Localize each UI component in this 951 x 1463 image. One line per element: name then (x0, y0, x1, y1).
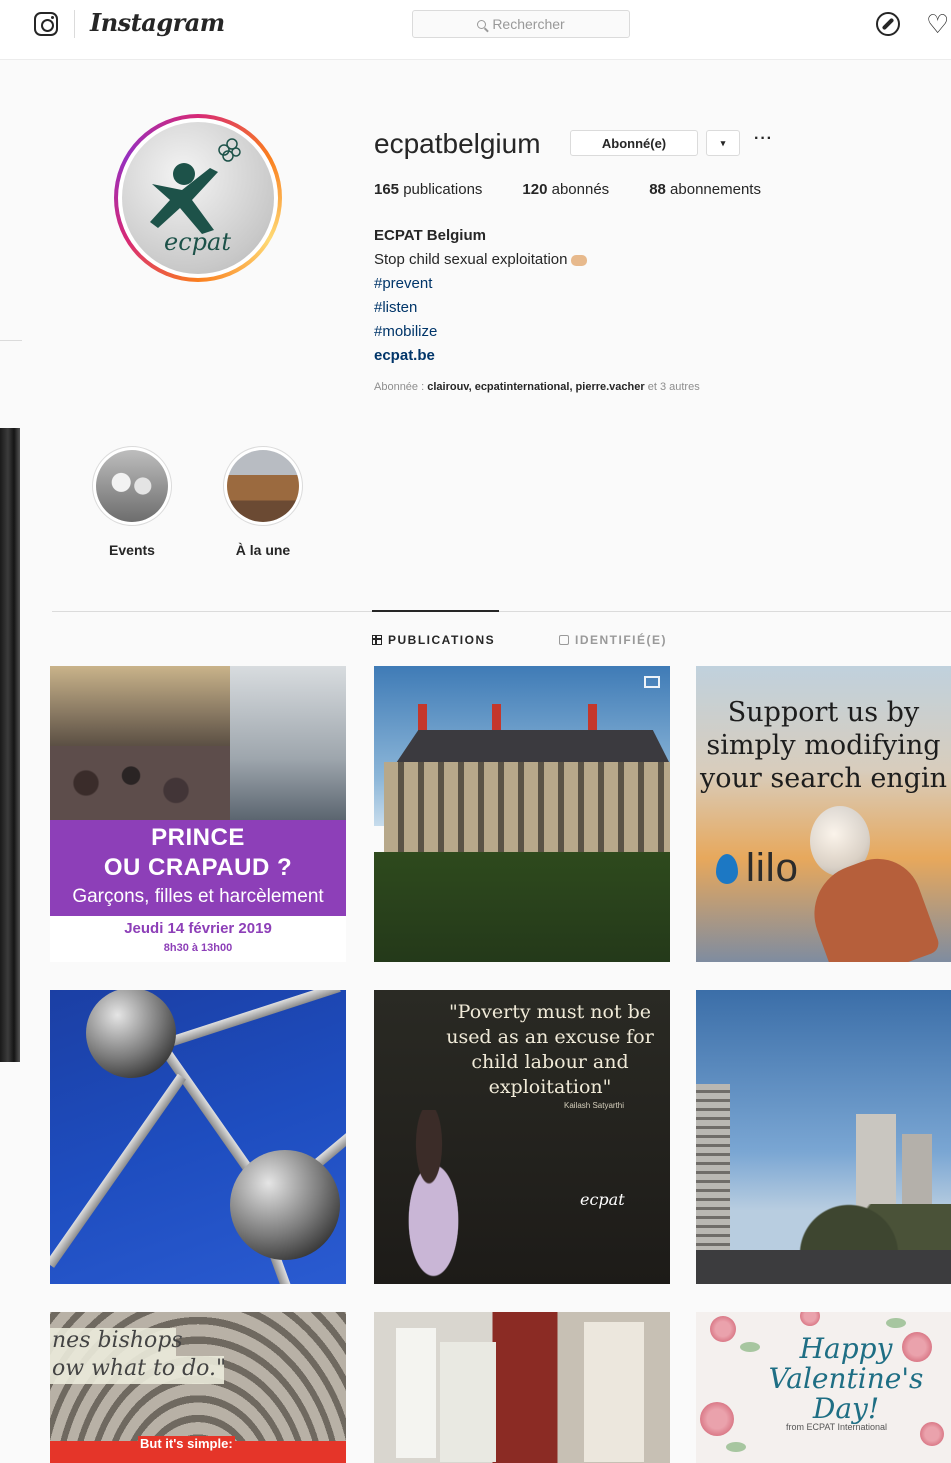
post-lilo-line3: your search engin (700, 763, 947, 794)
followers-count: 120 (522, 181, 548, 198)
profile-stats: 165 publications 120 abonnés 88 abonneme… (374, 181, 801, 198)
post-event-date: Jeudi 14 février 2019 (124, 920, 272, 937)
tagged-icon (559, 635, 569, 645)
post-valentines-from: from ECPAT International (786, 1422, 888, 1432)
following-count: 88 (649, 181, 666, 198)
heart-icon[interactable]: ♡ (926, 10, 951, 38)
highlight-events[interactable]: Events (92, 446, 172, 558)
followers-stat[interactable]: 120 abonnés (522, 181, 609, 198)
svg-text:ecpat: ecpat (164, 228, 231, 256)
post-bishops-line1: nes bishops (50, 1328, 183, 1356)
followers-label: abonnés (551, 181, 610, 198)
active-tab-indicator (372, 610, 499, 612)
tab-tagged[interactable]: IDENTIFIÉ(E) (559, 633, 667, 647)
atomium-sphere (86, 990, 176, 1078)
search-input[interactable]: Rechercher (412, 10, 630, 38)
lilo-logo: lilo (746, 846, 799, 890)
edge-divider (0, 340, 22, 341)
post-valentines-line1: Happy (799, 1332, 893, 1365)
post-event-banner: PRINCE OU CRAPAUD ? Garçons, filles et h… (50, 820, 346, 916)
followed-by-suffix: et 3 autres (644, 381, 700, 393)
followed-by-prefix: Abonnée : (374, 381, 428, 393)
tab-tagged-label: IDENTIFIÉ(E) (575, 633, 667, 647)
post-lilo-line2: simply modifying (706, 730, 941, 761)
ecpat-logo-avatar: ecpat (122, 122, 274, 274)
post-bishops-line3: But it's simple: (138, 1436, 235, 1451)
hashtag-listen[interactable]: #listen (374, 296, 587, 320)
profile-username: ecpatbelgium (374, 128, 541, 159)
followed-by-line[interactable]: Abonnée : clairouv, ecpatinternational, … (374, 381, 700, 393)
explore-compass-icon[interactable] (876, 12, 900, 36)
post-lilo-search-engine[interactable]: Support us by simply modifying your sear… (696, 666, 951, 962)
post-bishops-quote[interactable]: nes bishops ow what to do." But it's sim… (50, 1312, 346, 1463)
post-historic-building[interactable] (374, 666, 670, 962)
post-quote-text: "Poverty must not be used as an excuse f… (446, 1001, 654, 1098)
post-lilo-line1: Support us by (727, 697, 920, 728)
post-lilo-text: Support us by simply modifying your sear… (696, 696, 951, 795)
atomium-sphere (230, 1150, 340, 1260)
instagram-profile-page: Instagram Rechercher ♡ ecpat ecpatbelgiu… (0, 0, 951, 1463)
posts-label: publications (403, 181, 483, 198)
lilo-drop-icon (716, 854, 738, 884)
edge-photo-fragment (0, 428, 20, 1062)
ecpat-figure-icon: ecpat (150, 138, 241, 256)
post-bishops-line2: ow what to do." (50, 1356, 226, 1384)
grid-icon (372, 635, 382, 645)
post-atomium[interactable] (50, 990, 346, 1284)
post-title-line1: PRINCE (151, 824, 245, 851)
profile-avatar[interactable]: ecpat (114, 114, 282, 282)
post-valentines-line3: Day! (812, 1392, 880, 1425)
multiple-photos-icon (644, 676, 660, 688)
posts-stat: 165 publications (374, 181, 482, 198)
following-button[interactable]: Abonné(e) (570, 130, 698, 156)
post-event-time: 8h30 à 13h00 (163, 942, 233, 954)
fist-emoji-icon (571, 254, 588, 266)
post-poverty-quote[interactable]: "Poverty must not be used as an excuse f… (374, 990, 670, 1284)
tab-publications[interactable]: PUBLICATIONS (372, 633, 495, 647)
following-stat[interactable]: 88 abonnements (649, 181, 761, 198)
bio-description: Stop child sexual exploitation (374, 248, 588, 272)
highlight-events-label: Events (109, 542, 155, 558)
bio-website-link[interactable]: ecpat.be (374, 344, 587, 368)
highlight-events-thumbnail (96, 450, 168, 522)
following-label: abonnements (670, 181, 761, 198)
tab-publications-label: PUBLICATIONS (388, 633, 496, 647)
hashtag-prevent[interactable]: #prevent (374, 272, 587, 296)
post-valentines-day[interactable]: Happy Valentine's Day! from ECPAT Intern… (696, 1312, 951, 1463)
tabs-divider (52, 611, 951, 612)
post-prince-ou-crapaud[interactable]: PRINCE OU CRAPAUD ? Garçons, filles et h… (50, 666, 346, 962)
post-city-skyline[interactable] (696, 990, 951, 1284)
bio-full-name: ECPAT Belgium (374, 227, 486, 244)
ecpat-logo-small: ecpat (580, 1190, 625, 1209)
instagram-glyph-icon[interactable] (34, 12, 58, 36)
nav-divider (74, 10, 75, 38)
search-icon (477, 19, 487, 29)
posts-count: 165 (374, 181, 400, 198)
highlight-featured-thumbnail (227, 450, 299, 522)
profile-bio: ECPAT Belgium Stop child sexual exploita… (374, 224, 588, 368)
instagram-wordmark[interactable]: Instagram (90, 8, 225, 37)
followed-by-names: clairouv, ecpatinternational, pierre.vac… (427, 381, 645, 393)
search-placeholder: Rechercher (492, 16, 565, 32)
girl-silhouette-image (384, 1110, 474, 1280)
post-valentines-line2: Valentine's (768, 1362, 924, 1395)
highlight-featured[interactable]: À la une (223, 446, 303, 558)
post-title-line2: OU CRAPAUD ? (103, 854, 293, 881)
bio-description-text: Stop child sexual exploitation (374, 251, 568, 268)
hashtag-mobilize[interactable]: #mobilize (374, 320, 587, 344)
post-classroom-photo (50, 666, 346, 820)
post-valentines-text: Happy Valentine's Day! (756, 1334, 936, 1424)
highlight-featured-label: À la une (235, 542, 291, 558)
post-subtitle: Garçons, filles et harcèlement (72, 886, 324, 907)
more-options-icon[interactable]: ··· (754, 130, 773, 148)
suggestions-dropdown-button[interactable]: ▾ (706, 130, 740, 156)
post-quote-author: Kailash Satyarthi (564, 1101, 625, 1110)
post-event-collage[interactable] (374, 1312, 670, 1463)
top-nav: Instagram Rechercher ♡ (0, 0, 951, 60)
